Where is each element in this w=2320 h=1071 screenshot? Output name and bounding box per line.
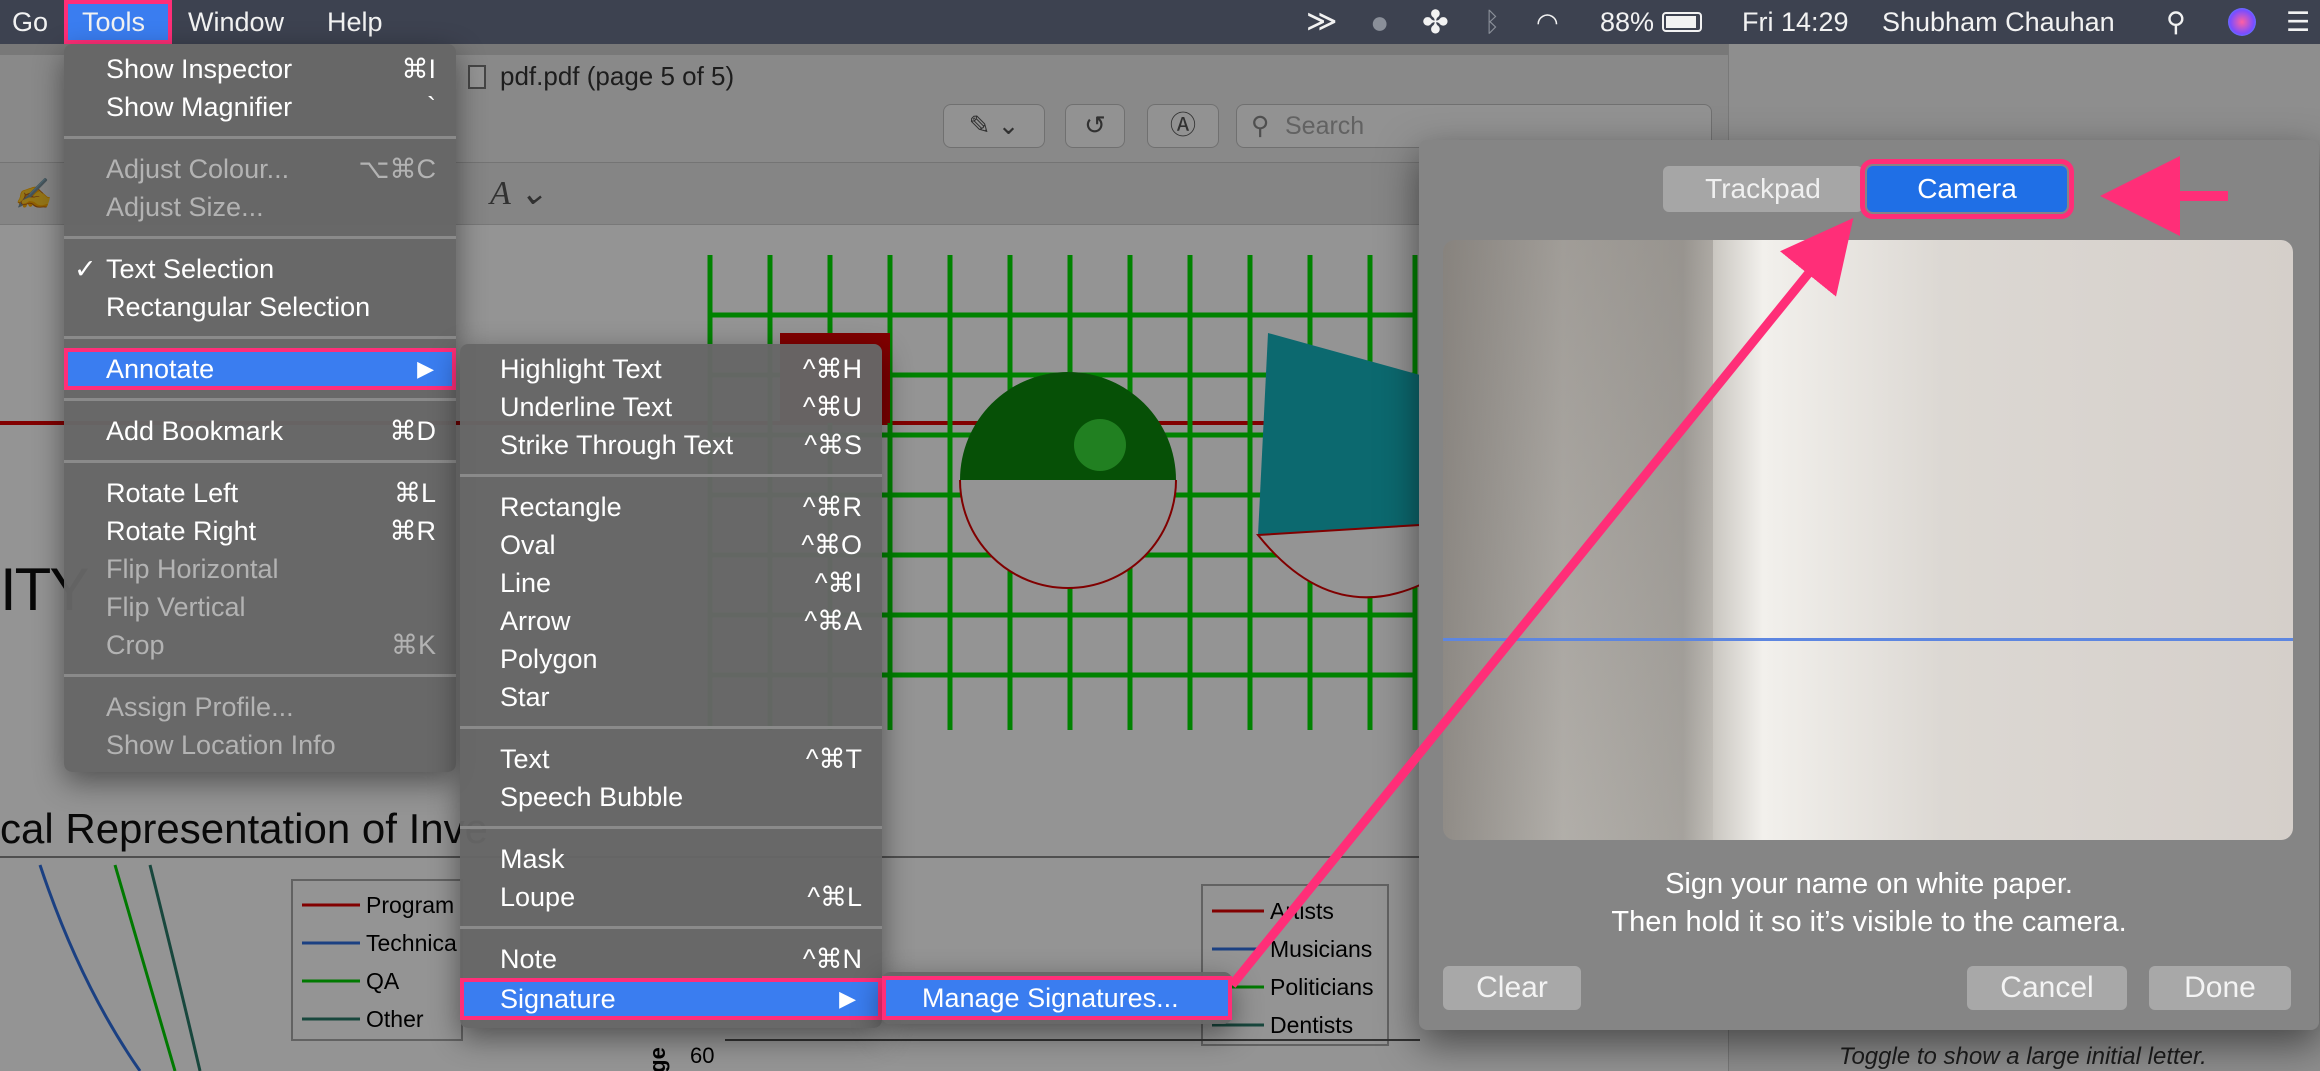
arrow-from-manage-signatures: [1228, 218, 1854, 988]
callout-arrows: [1228, 156, 2228, 988]
